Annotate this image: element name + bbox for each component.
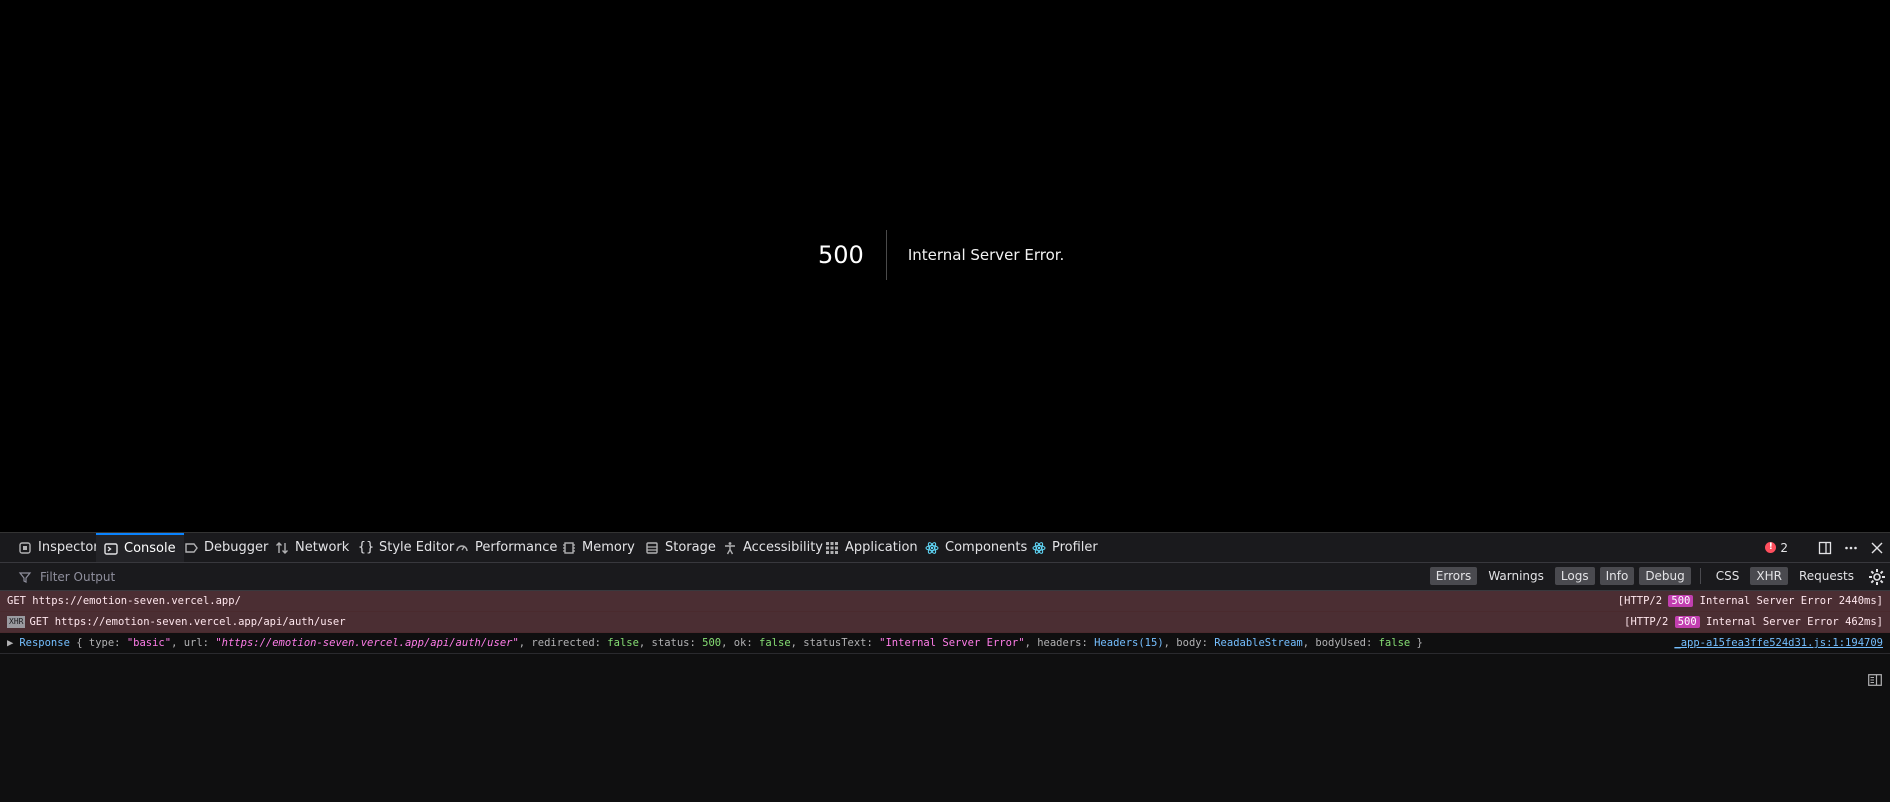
log-message-wrapper: XHR GET https://emotion-seven.vercel.app/… bbox=[7, 612, 346, 633]
console-filter-bar: Errors Warnings Logs Info Debug CSS XHR … bbox=[0, 563, 1890, 591]
response-body-used: false bbox=[1378, 637, 1411, 649]
devtools-toolbar: Inspector Console Debugger Network {} St… bbox=[0, 533, 1890, 563]
source-link[interactable]: _app-a15fea3ffe524d31.js:1:194709 bbox=[1674, 633, 1883, 654]
log-row-response[interactable]: ▶ Response { type: "basic", url: "https:/… bbox=[0, 633, 1890, 654]
error-message: Internal Server Error. bbox=[907, 246, 1065, 264]
tab-components[interactable]: Components bbox=[917, 533, 1035, 562]
sidebar-icon bbox=[1868, 671, 1882, 690]
tab-memory[interactable]: Memory bbox=[554, 533, 643, 562]
tab-label: Accessibility bbox=[743, 540, 823, 555]
tab-label: Style Editor bbox=[379, 540, 455, 555]
log-level-filters: Errors Warnings Logs Info Debug CSS XHR … bbox=[1429, 567, 1860, 585]
filter-errors-button[interactable]: Errors bbox=[1429, 567, 1478, 585]
devtools-right-tools: ! 2 bbox=[1765, 533, 1890, 562]
response-ok: false bbox=[759, 637, 791, 649]
network-icon bbox=[275, 541, 289, 555]
filter-xhr-button[interactable]: XHR bbox=[1750, 567, 1788, 585]
response-type: "basic" bbox=[126, 637, 172, 649]
accessibility-icon bbox=[723, 541, 737, 555]
tab-label: Components bbox=[945, 540, 1028, 555]
tab-label: Inspector bbox=[38, 540, 99, 555]
filter-requests-button[interactable]: Requests bbox=[1793, 567, 1860, 585]
tab-console[interactable]: Console bbox=[96, 533, 184, 562]
tab-label: Profiler bbox=[1052, 540, 1098, 555]
inspector-icon bbox=[18, 541, 32, 555]
tab-debugger[interactable]: Debugger bbox=[176, 533, 276, 562]
devtools-panel: Inspector Console Debugger Network {} St… bbox=[0, 532, 1890, 802]
log-row-xhr-error[interactable]: XHR GET https://emotion-seven.vercel.app/… bbox=[0, 612, 1890, 633]
response-body: ReadableStream bbox=[1214, 637, 1303, 649]
console-icon bbox=[104, 542, 118, 556]
filter-icon bbox=[18, 570, 32, 584]
filter-output-input[interactable] bbox=[38, 568, 418, 585]
tab-inspector[interactable]: Inspector bbox=[10, 533, 107, 562]
response-status-text: "Internal Server Error" bbox=[879, 637, 1025, 649]
status-badge: 500 bbox=[1668, 595, 1694, 607]
response-status: 500 bbox=[702, 637, 722, 649]
log-status-info: [HTTP/2 500 Internal Server Error 462ms] bbox=[1624, 612, 1883, 633]
error-display: 500 Internal Server Error. bbox=[818, 230, 1064, 280]
close-devtools-button[interactable] bbox=[1864, 533, 1890, 562]
tab-label: Debugger bbox=[204, 540, 269, 555]
tab-application[interactable]: Application bbox=[817, 533, 926, 562]
response-url: "https://emotion-seven.vercel.app/api/au… bbox=[215, 637, 519, 649]
filter-output bbox=[18, 568, 418, 585]
status-suffix: Internal Server Error 2440ms] bbox=[1693, 595, 1883, 607]
dock-button[interactable] bbox=[1812, 533, 1838, 562]
response-headers: Headers(15) bbox=[1094, 637, 1164, 649]
react-icon bbox=[925, 541, 939, 555]
tab-label: Storage bbox=[665, 540, 716, 555]
error-count-button[interactable]: ! 2 bbox=[1765, 541, 1788, 555]
style-editor-icon: {} bbox=[357, 540, 375, 555]
status-suffix: Internal Server Error 462ms] bbox=[1699, 616, 1883, 628]
react-icon bbox=[1032, 541, 1046, 555]
xhr-badge: XHR bbox=[7, 616, 26, 628]
tab-label: Memory bbox=[582, 540, 635, 555]
response-redirected: false bbox=[607, 637, 639, 649]
tab-label: Application bbox=[845, 540, 918, 555]
tab-accessibility[interactable]: Accessibility bbox=[715, 533, 831, 562]
page-viewport: 500 Internal Server Error. bbox=[0, 0, 1890, 532]
log-message: GET https://emotion-seven.vercel.app/api… bbox=[29, 616, 346, 628]
object-name: Response bbox=[19, 637, 70, 649]
storage-icon bbox=[645, 541, 659, 555]
log-row-network-error[interactable]: GET https://emotion-seven.vercel.app/ [H… bbox=[0, 591, 1890, 612]
error-icon: ! bbox=[1765, 542, 1777, 553]
log-status-info: [HTTP/2 500 Internal Server Error 2440ms… bbox=[1618, 591, 1883, 612]
tab-label: Console bbox=[124, 541, 176, 556]
ellipsis-icon bbox=[1844, 541, 1858, 555]
tab-label: Performance bbox=[475, 540, 558, 555]
tab-label: Network bbox=[295, 540, 350, 555]
tab-storage[interactable]: Storage bbox=[637, 533, 724, 562]
debugger-icon bbox=[184, 541, 198, 555]
close-icon bbox=[1870, 541, 1884, 555]
console-output: GET https://emotion-seven.vercel.app/ [H… bbox=[0, 591, 1890, 654]
tab-performance[interactable]: Performance bbox=[447, 533, 565, 562]
more-options-button[interactable] bbox=[1838, 533, 1864, 562]
response-object: ▶ Response { type: "basic", url: "https:/… bbox=[7, 637, 1423, 649]
filter-debug-button[interactable]: Debug bbox=[1639, 567, 1691, 585]
console-settings-button[interactable] bbox=[1868, 568, 1886, 586]
error-count: 2 bbox=[1780, 540, 1788, 555]
application-icon bbox=[825, 541, 839, 555]
tab-network[interactable]: Network bbox=[267, 533, 357, 562]
sidebar-toggle-button[interactable] bbox=[1868, 671, 1882, 686]
performance-icon bbox=[455, 541, 469, 555]
filter-divider bbox=[1699, 568, 1701, 584]
filter-info-button[interactable]: Info bbox=[1599, 567, 1635, 585]
filter-warnings-button[interactable]: Warnings bbox=[1482, 567, 1550, 585]
gear-icon bbox=[1868, 569, 1886, 589]
memory-icon bbox=[562, 541, 576, 555]
error-code: 500 bbox=[818, 230, 887, 280]
log-message: GET https://emotion-seven.vercel.app/ bbox=[7, 595, 241, 607]
expand-arrow-icon[interactable]: ▶ bbox=[7, 637, 13, 649]
filter-logs-button[interactable]: Logs bbox=[1554, 567, 1595, 585]
tab-profiler[interactable]: Profiler bbox=[1024, 533, 1106, 562]
tab-style-editor[interactable]: {} Style Editor bbox=[351, 533, 462, 562]
dock-side-icon bbox=[1818, 541, 1832, 555]
filter-css-button[interactable]: CSS bbox=[1710, 567, 1746, 585]
status-prefix: [HTTP/2 bbox=[1617, 595, 1669, 607]
status-prefix: [HTTP/2 bbox=[1624, 616, 1675, 628]
status-badge: 500 bbox=[1674, 616, 1700, 628]
